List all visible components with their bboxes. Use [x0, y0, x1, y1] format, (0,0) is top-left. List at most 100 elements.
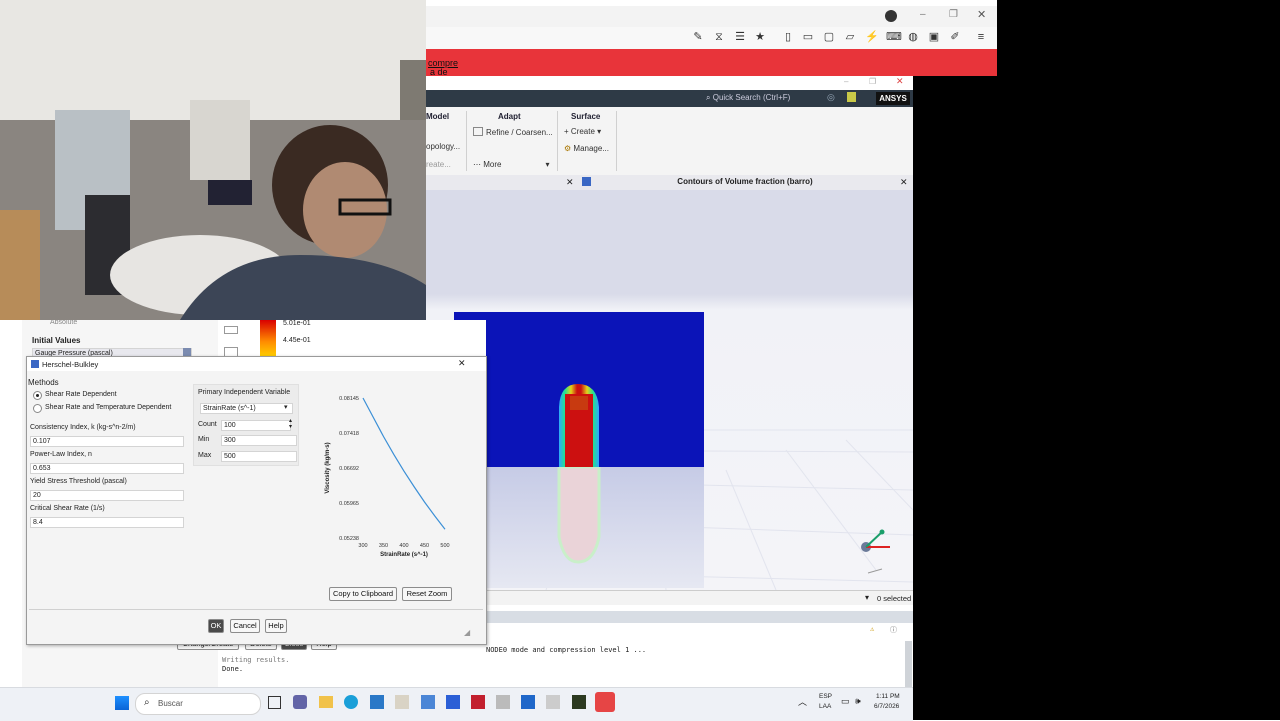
primary-variable-select[interactable]: StrainRate (s^-1) — [200, 403, 293, 414]
help-icon[interactable]: ◎ — [827, 92, 835, 103]
file-explorer-icon[interactable] — [319, 696, 333, 708]
viscosity-chart[interactable]: 0.08145 0.07418 0.06692 0.05965 0.05238300 35… — [323, 390, 463, 560]
power-law-index-input[interactable]: 0.653 — [30, 463, 184, 474]
ribbon-model-item2[interactable]: reate... — [426, 160, 451, 169]
reset-zoom-button[interactable]: Reset Zoom — [402, 587, 452, 601]
more-label: More — [483, 160, 502, 169]
min-label: Min — [198, 436, 210, 443]
cancel-button[interactable]: Cancel — [230, 619, 260, 633]
search-input[interactable]: Quick Search (Ctrl+F) — [713, 93, 791, 102]
comment-icon[interactable]: ▱ — [844, 31, 856, 43]
manage-icon: ⚙ — [564, 144, 572, 153]
page-icon[interactable]: ▯ — [782, 31, 794, 43]
clock-date[interactable]: 6/7/2026 — [874, 703, 899, 710]
network-status-icon[interactable]: ▭ — [841, 696, 850, 707]
database-icon[interactable]: ☰ — [734, 31, 746, 43]
ok-button[interactable]: OK — [208, 619, 224, 633]
shear-rate-dependent-label[interactable]: Shear Rate Dependent — [45, 391, 117, 398]
close-tab-icon[interactable]: ✕ — [566, 177, 574, 188]
help-button[interactable]: Help — [265, 619, 287, 633]
minimize-icon[interactable]: – — [920, 9, 926, 20]
menu-icon[interactable]: ≡ — [975, 31, 987, 43]
shear-rate-temp-label[interactable]: Shear Rate and Temperature Dependent — [45, 404, 171, 411]
word-icon[interactable] — [496, 695, 510, 709]
resize-grip-icon[interactable]: ◢ — [464, 628, 470, 637]
windows-start-icon[interactable] — [115, 696, 129, 710]
max-input[interactable]: 500 — [221, 451, 297, 462]
acrobat-icon[interactable] — [471, 695, 485, 709]
edge-icon[interactable] — [344, 695, 358, 709]
app-icon[interactable] — [395, 695, 409, 709]
screenshot-icon[interactable]: ▣ — [928, 31, 940, 43]
close-icon[interactable]: ✕ — [977, 8, 986, 21]
adapt-more-button[interactable]: ⋯ More ▾ — [473, 160, 549, 169]
recorder-icon[interactable] — [595, 692, 615, 712]
close-icon[interactable]: ✕ — [896, 76, 904, 87]
webcam-scene — [0, 0, 426, 320]
stepper-icon[interactable]: ▴ ▾ — [289, 418, 292, 430]
powerpoint-icon[interactable] — [446, 695, 460, 709]
yield-stress-input[interactable]: 20 — [30, 490, 184, 501]
console-scrollbar[interactable] — [905, 641, 912, 687]
y-tick-label: 0.06692 — [339, 466, 359, 472]
clock-time[interactable]: 1:11 PM — [876, 693, 900, 700]
shear-rate-temp-radio[interactable] — [33, 404, 42, 413]
search-icon: ⌕ — [144, 697, 150, 708]
fluent-icon[interactable] — [521, 695, 535, 709]
chevron-down-icon[interactable]: ▾ — [284, 403, 288, 411]
max-label: Max — [198, 452, 212, 459]
restore-icon[interactable]: ❐ — [949, 9, 958, 20]
primary-variable-group: Primary Independent Variable StrainRate … — [193, 384, 299, 466]
taskbar-search[interactable]: ⌕ Buscar — [135, 693, 261, 715]
warning-icon[interactable]: ⚠ — [870, 625, 874, 633]
close-icon[interactable]: ✕ — [458, 358, 466, 369]
task-view-icon[interactable] — [268, 696, 281, 709]
dialog-title: Herschel-Bulkley — [42, 360, 99, 369]
black-area — [913, 76, 1280, 720]
reader-icon[interactable]: ▭ — [802, 31, 814, 43]
consistency-index-label: Consistency Index, k (kg-s^n-2/m) — [30, 424, 136, 431]
sign-icon[interactable]: ✐ — [949, 31, 961, 43]
taskbar-search-input[interactable]: Buscar — [158, 699, 183, 708]
consistency-index-input[interactable]: 0.107 — [30, 436, 184, 447]
bolt-icon[interactable]: ⚡ — [865, 31, 879, 43]
shear-rate-dependent-radio[interactable] — [33, 391, 42, 400]
critical-shear-rate-label: Critical Shear Rate (1/s) — [30, 505, 105, 512]
notepad-icon[interactable] — [572, 695, 586, 709]
layout-icon[interactable] — [847, 92, 856, 102]
colorbar-label: 5.01e-01 — [283, 320, 311, 327]
surface-manage-button[interactable]: ⚙ Manage... — [564, 144, 609, 153]
hourglass-icon[interactable]: ⧖ — [713, 31, 725, 43]
network-icon[interactable] — [546, 695, 560, 709]
volume-icon[interactable]: 🕪 — [855, 696, 861, 707]
min-input[interactable]: 300 — [221, 435, 297, 446]
close-graphics-icon[interactable]: ✕ — [900, 177, 908, 188]
pen-icon[interactable]: ✎ — [692, 31, 704, 43]
copy-to-clipboard-button[interactable]: Copy to Clipboard — [329, 587, 397, 601]
critical-shear-rate-input[interactable]: 8.4 — [30, 517, 184, 528]
photos-icon[interactable] — [421, 695, 435, 709]
star-icon[interactable]: ★ — [754, 31, 766, 43]
input-language[interactable]: ESP — [819, 693, 832, 700]
quick-search[interactable]: ⌕ Quick Search (Ctrl+F) — [706, 93, 818, 104]
ribbon-separator — [466, 111, 467, 171]
chevron-down-icon[interactable]: ▾ — [865, 593, 869, 602]
console[interactable]: ⚠ ⓘ NODE0 mode and compression level 1 .… — [486, 623, 913, 687]
keyboard-icon[interactable]: ⌨ — [886, 31, 902, 43]
input-layout[interactable]: LAA — [819, 703, 831, 710]
store-icon[interactable] — [370, 695, 384, 709]
absolute-label[interactable]: Absolute — [50, 319, 77, 326]
globe-icon[interactable]: ◍ — [907, 31, 919, 43]
chevron-up-icon[interactable]: ︿ — [798, 695, 807, 708]
window-icon[interactable]: ▢ — [823, 31, 835, 43]
teams-icon[interactable] — [293, 695, 307, 709]
restore-icon[interactable]: ❐ — [869, 77, 876, 86]
profile-icon[interactable] — [885, 10, 897, 22]
surface-create-button[interactable]: + Create ▾ — [564, 127, 601, 136]
count-input[interactable]: 100 — [221, 420, 291, 431]
minimize-icon[interactable]: – — [844, 77, 848, 86]
toolbar-icon[interactable] — [224, 326, 238, 334]
refine-coarsen-button[interactable]: Refine / Coarsen... — [473, 127, 553, 137]
ribbon-model-item[interactable]: opology... — [426, 142, 460, 151]
info-icon[interactable]: ⓘ — [890, 625, 897, 635]
